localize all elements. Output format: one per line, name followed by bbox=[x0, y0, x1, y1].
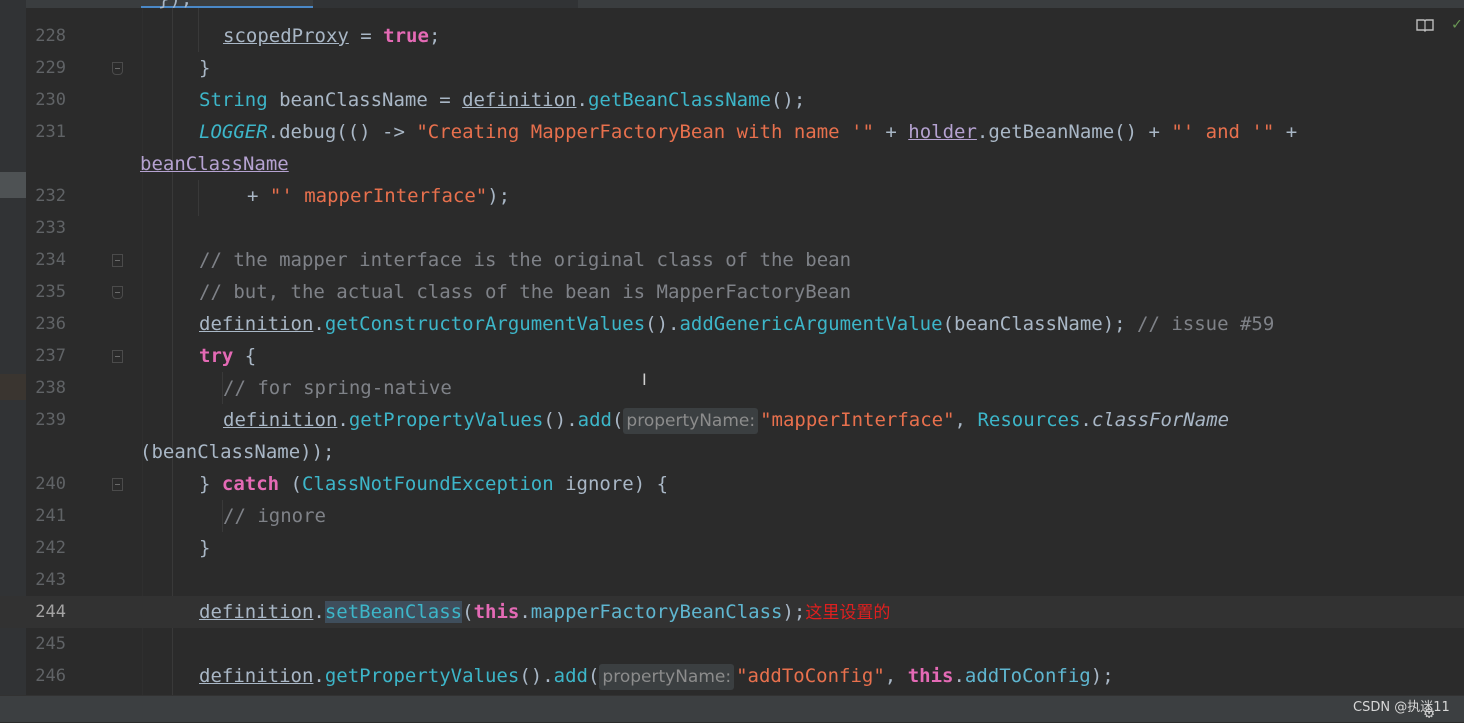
comment: // the mapper interface is the original … bbox=[199, 249, 852, 271]
code-text[interactable]: } bbox=[199, 532, 210, 564]
code-line: 236 definition.getConstructorArgumentVal… bbox=[0, 308, 1464, 340]
line-number: 242 bbox=[35, 538, 66, 558]
code-text[interactable]: definition.getPropertyValues().add(prope… bbox=[199, 660, 1114, 692]
i-beam-cursor-icon: I bbox=[642, 370, 647, 389]
fold-start-icon[interactable] bbox=[112, 478, 123, 491]
code-line: 241 // ignore bbox=[0, 500, 1464, 532]
parameter-hint: propertyName: bbox=[623, 408, 759, 434]
field-name: scopedProxy bbox=[223, 25, 349, 47]
code-line: 245 bbox=[0, 628, 1464, 660]
editor-tab-bar bbox=[26, 0, 1464, 8]
code-line: 229 } bbox=[0, 52, 1464, 84]
code-text[interactable]: String beanClassName = definition.getBea… bbox=[199, 84, 805, 116]
line-number: 240 bbox=[35, 474, 66, 494]
gear-icon[interactable]: ⚙ bbox=[1424, 703, 1434, 723]
code-text[interactable]: LOGGER.debug(() -> "Creating MapperFacto… bbox=[199, 116, 1297, 148]
line-number: 239 bbox=[35, 410, 66, 430]
code-text[interactable]: // ignore bbox=[223, 500, 326, 532]
string-literal: "Creating MapperFactoryBean with name '" bbox=[416, 121, 874, 143]
code-text[interactable]: try { bbox=[199, 340, 256, 372]
code-line: 233 bbox=[0, 212, 1464, 244]
code-line: 238 // for spring-native bbox=[0, 372, 1464, 404]
code-text[interactable]: definition.setBeanClass(this.mapperFacto… bbox=[199, 596, 890, 629]
line-number: 233 bbox=[35, 218, 66, 238]
line-number: 241 bbox=[35, 506, 66, 526]
line-number: 237 bbox=[35, 346, 66, 366]
annotation-note: 这里设置的 bbox=[805, 603, 891, 623]
code-line: 239 definition.getPropertyValues().add(p… bbox=[0, 404, 1464, 436]
line-number: 229 bbox=[35, 58, 66, 78]
code-text[interactable]: definition.getConstructorArgumentValues(… bbox=[199, 308, 1274, 340]
code-line-current: 244 definition.setBeanClass(this.mapperF… bbox=[0, 596, 1464, 628]
code-text[interactable]: definition.getPropertyValues().add(prope… bbox=[223, 404, 1229, 436]
comment: // but, the actual class of the bean is … bbox=[199, 281, 852, 303]
line-number: 232 bbox=[35, 186, 66, 206]
code-line: 240 } catch (ClassNotFoundException igno… bbox=[0, 468, 1464, 500]
parameter-hint: propertyName: bbox=[599, 664, 735, 690]
code-line: 228 scopedProxy = true; bbox=[0, 20, 1464, 52]
code-line: 232 + "' mapperInterface"); bbox=[0, 180, 1464, 212]
line-number: 230 bbox=[35, 90, 66, 110]
fold-end-icon[interactable] bbox=[112, 286, 123, 299]
fold-end-icon[interactable] bbox=[112, 62, 123, 75]
code-line-wrap: (beanClassName)); bbox=[0, 436, 1464, 468]
line-number: 228 bbox=[35, 26, 66, 46]
highlighted-method: setBeanClass bbox=[324, 601, 463, 623]
line-number: 234 bbox=[35, 250, 66, 270]
method-name: getBeanClassName bbox=[587, 89, 771, 111]
code-line: 243 bbox=[0, 564, 1464, 596]
fold-start-icon[interactable] bbox=[112, 350, 123, 363]
code-line-wrap: beanClassName bbox=[0, 148, 1464, 180]
code-line: 231 LOGGER.debug(() -> "Creating MapperF… bbox=[0, 116, 1464, 148]
code-text[interactable]: (beanClassName)); bbox=[140, 436, 334, 468]
status-bar bbox=[0, 695, 1464, 722]
keyword: true bbox=[383, 25, 429, 47]
line-number: 246 bbox=[35, 666, 66, 686]
code-line: 242 } bbox=[0, 532, 1464, 564]
code-line: 237 try { bbox=[0, 340, 1464, 372]
code-text[interactable]: } bbox=[199, 52, 210, 84]
code-text[interactable]: // for spring-native bbox=[223, 372, 452, 404]
check-icon[interactable]: ✓ bbox=[1452, 14, 1462, 33]
code-text[interactable]: } catch (ClassNotFoundException ignore) … bbox=[199, 468, 668, 500]
code-text[interactable]: + "' mapperInterface"); bbox=[247, 180, 510, 212]
line-number: 245 bbox=[35, 634, 66, 654]
line-number: 231 bbox=[35, 122, 66, 142]
line-number: 238 bbox=[35, 378, 66, 398]
code-line: 246 definition.getPropertyValues().add(p… bbox=[0, 660, 1464, 692]
code-line: 230 String beanClassName = definition.ge… bbox=[0, 84, 1464, 116]
code-text[interactable]: beanClassName bbox=[140, 148, 289, 180]
code-line: 235 // but, the actual class of the bean… bbox=[0, 276, 1464, 308]
line-number: 244 bbox=[35, 602, 66, 622]
static-field: LOGGER bbox=[199, 121, 268, 143]
code-text[interactable]: // the mapper interface is the original … bbox=[199, 244, 851, 276]
partial-code-line: }); bbox=[158, 0, 192, 10]
watermark-text: CSDN @执迷11 bbox=[1353, 700, 1450, 715]
book-icon[interactable] bbox=[1416, 18, 1434, 32]
code-text[interactable]: scopedProxy = true; bbox=[223, 20, 440, 52]
fold-start-icon[interactable] bbox=[112, 254, 123, 267]
tab-inactive[interactable] bbox=[313, 0, 578, 8]
line-number: 236 bbox=[35, 314, 66, 334]
code-line: 234 // the mapper interface is the origi… bbox=[0, 244, 1464, 276]
line-number: 243 bbox=[35, 570, 66, 590]
code-text[interactable]: // but, the actual class of the bean is … bbox=[199, 276, 851, 308]
line-number: 235 bbox=[35, 282, 66, 302]
class-name: String bbox=[199, 89, 268, 111]
